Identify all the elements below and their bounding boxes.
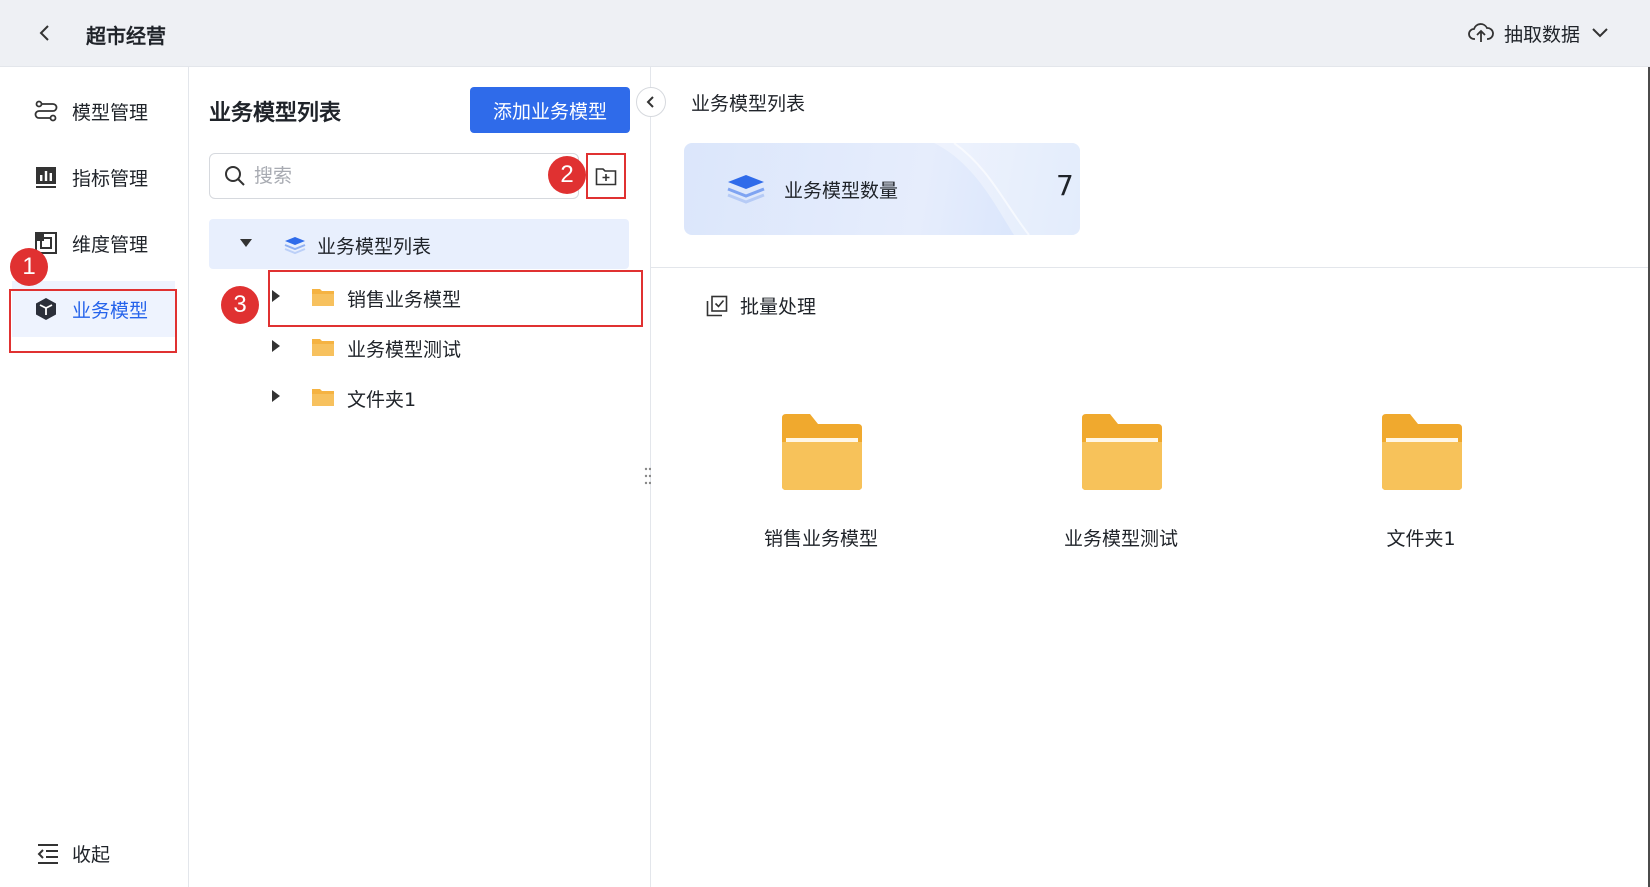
- caret-right-icon: [272, 340, 280, 352]
- stat-card-model-count: 业务模型数量 7: [684, 143, 1080, 235]
- new-folder-button[interactable]: [586, 153, 626, 199]
- layers-icon: [727, 175, 765, 204]
- folder-icon: [782, 414, 862, 490]
- nav-collapse-button[interactable]: 收起: [36, 840, 110, 867]
- folder-card-label: 业务模型测试: [1063, 528, 1178, 550]
- collapse-label: 收起: [72, 844, 111, 866]
- collapse-panel-button[interactable]: [636, 87, 666, 117]
- stat-label: 业务模型数量: [784, 180, 899, 202]
- extract-data-label: 抽取数据: [1503, 23, 1580, 46]
- app-title: 超市经营: [86, 24, 166, 48]
- add-business-model-button[interactable]: 添加业务模型: [470, 87, 630, 133]
- search-icon: [225, 166, 245, 186]
- nav-item-business-model[interactable]: 业务模型: [12, 281, 175, 337]
- annotation-badge-2: 2: [548, 156, 586, 194]
- chevron-left-icon: [646, 96, 654, 108]
- folder-card[interactable]: 业务模型测试: [1021, 412, 1221, 562]
- app-window: 超市经营 抽取数据 模型管理 指标管理 维度管理 业务模型 收起 1 业务模型列…: [0, 0, 1650, 887]
- search-box: [209, 153, 579, 199]
- model-manage-icon: [34, 100, 58, 122]
- stat-value: 7: [1056, 169, 1074, 202]
- extract-data-button[interactable]: 抽取数据: [1468, 16, 1610, 50]
- folder-card-label: 文件夹1: [1386, 528, 1456, 550]
- nav-item-label: 维度管理: [72, 233, 149, 256]
- layers-icon: [284, 237, 306, 255]
- chevron-down-icon: [1592, 28, 1608, 38]
- search-input[interactable]: [254, 165, 554, 187]
- annotation-badge-3: 3: [221, 286, 259, 324]
- folder-card[interactable]: 销售业务模型: [721, 412, 921, 562]
- tree-node-folder[interactable]: 文件夹1: [209, 372, 629, 422]
- left-nav: 模型管理 指标管理 维度管理 业务模型 收起: [0, 67, 189, 887]
- content-panel: 业务模型列表 业务模型数量 7 批量处理 销售业务模型 业务模型测试 文件夹1: [651, 67, 1650, 887]
- folder-card[interactable]: 文件夹1: [1321, 412, 1521, 562]
- tree-node-label: 销售业务模型: [347, 289, 462, 311]
- caret-right-icon: [272, 390, 280, 402]
- chevron-left-icon: [39, 25, 49, 41]
- collapse-menu-icon: [37, 843, 58, 864]
- annotation-badge-1: 1: [10, 248, 48, 286]
- tree-root-node[interactable]: 业务模型列表: [209, 219, 629, 269]
- nav-item-metric-manage[interactable]: 指标管理: [12, 149, 175, 205]
- tree-node-label: 业务模型测试: [347, 339, 462, 361]
- top-header: 超市经营 抽取数据: [0, 0, 1650, 67]
- metric-chart-icon: [36, 167, 56, 188]
- model-tree-panel: 业务模型列表 添加业务模型 业务模型列表 销售业务模型 业务模型测试 文件: [189, 67, 651, 887]
- batch-process-button[interactable]: 批量处理: [706, 292, 816, 319]
- folder-icon: [312, 289, 334, 306]
- folder-card-label: 销售业务模型: [763, 528, 878, 550]
- tree-node-folder[interactable]: 业务模型测试: [209, 322, 629, 372]
- panel-title: 业务模型列表: [209, 101, 342, 126]
- caret-down-icon: [240, 239, 252, 247]
- folder-icon: [1382, 414, 1462, 490]
- folder-icon: [312, 339, 334, 356]
- nav-item-label: 业务模型: [72, 299, 149, 322]
- caret-right-icon: [272, 290, 280, 302]
- tree-root-label: 业务模型列表: [317, 236, 432, 258]
- nav-item-label: 指标管理: [72, 167, 149, 190]
- tree-node-label: 文件夹1: [347, 389, 417, 411]
- tree-node-folder[interactable]: 销售业务模型: [209, 272, 629, 322]
- nav-item-model-manage[interactable]: 模型管理: [12, 83, 175, 139]
- batch-check-icon: [706, 295, 728, 316]
- nav-item-label: 模型管理: [72, 101, 149, 124]
- back-button[interactable]: [30, 18, 60, 48]
- batch-process-label: 批量处理: [740, 296, 817, 318]
- folder-add-icon: [595, 168, 617, 186]
- divider: [651, 267, 1650, 268]
- folder-icon: [312, 389, 334, 406]
- cube-icon: [36, 298, 56, 320]
- cloud-upload-icon: [1468, 23, 1494, 42]
- breadcrumb: 业务模型列表: [691, 93, 806, 115]
- folder-icon: [1082, 414, 1162, 490]
